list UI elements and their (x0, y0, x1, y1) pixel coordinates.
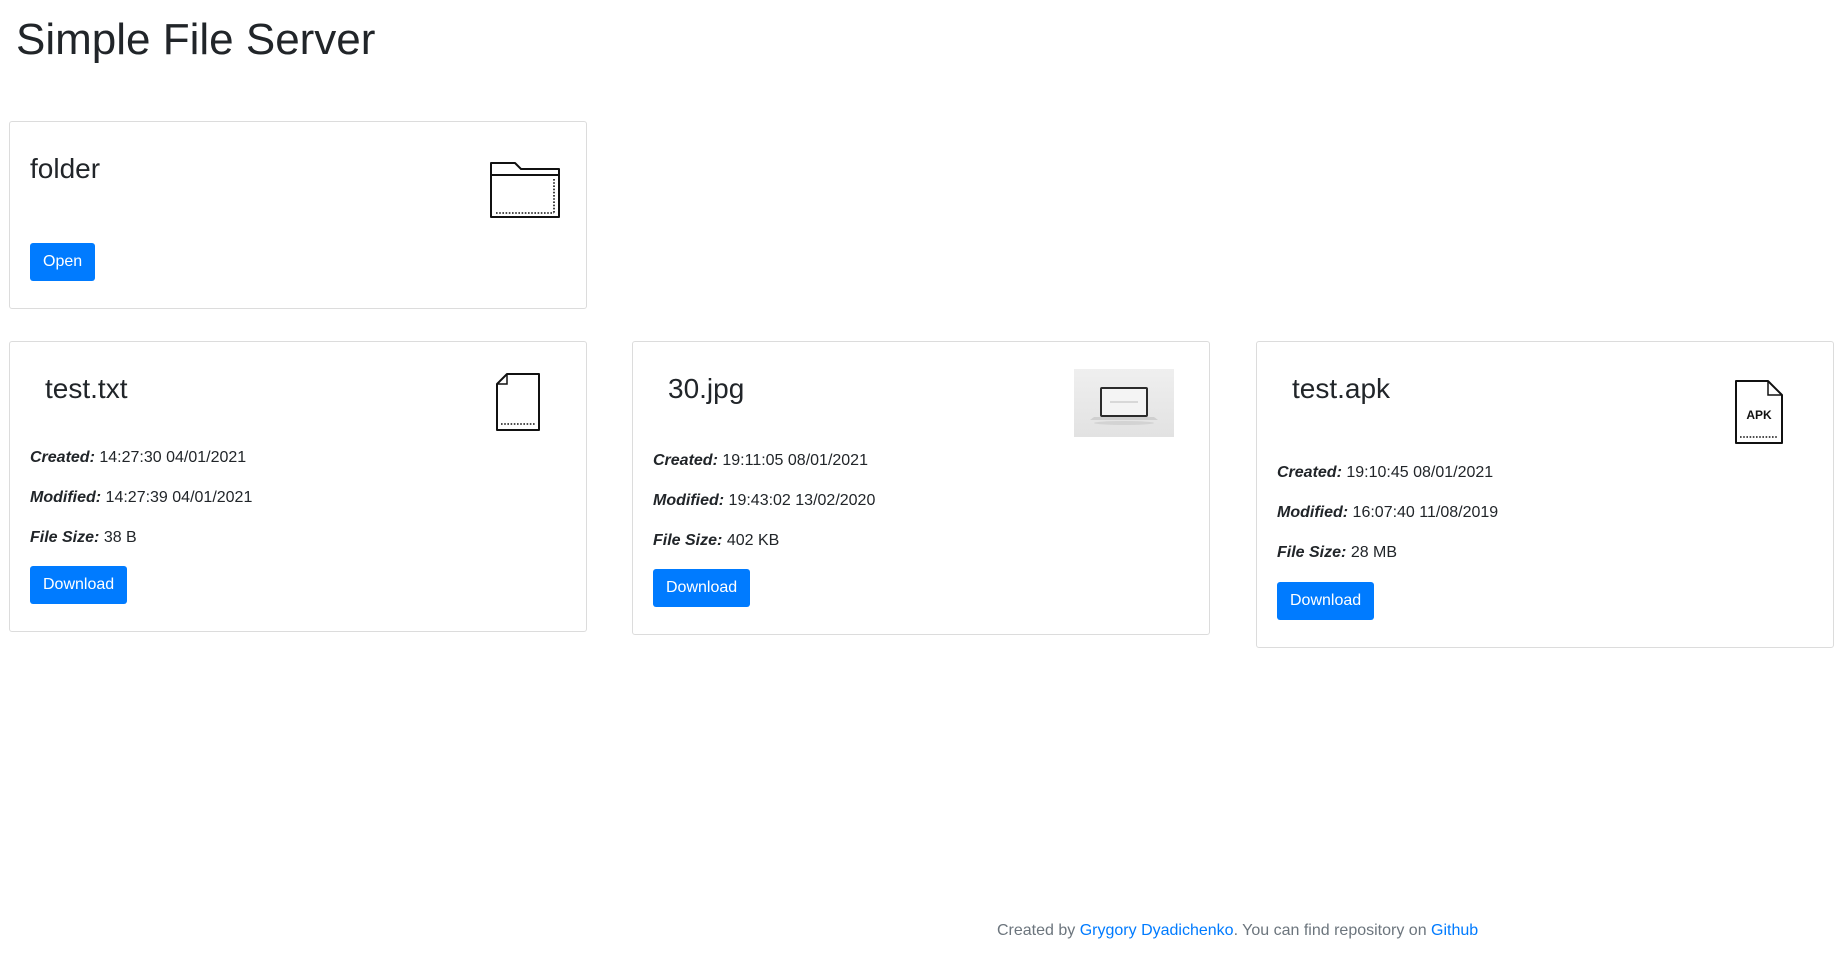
download-button[interactable]: Download (30, 566, 128, 604)
size-info: File Size: 28 MB (1277, 543, 1397, 563)
created-info: Created: 14:27:30 04/01/2021 (30, 448, 246, 468)
open-button[interactable]: Open (30, 243, 96, 281)
modified-info: Modified: 16:07:40 11/08/2019 (1277, 503, 1498, 523)
size-info: File Size: 402 KB (653, 531, 779, 551)
modified-info: Modified: 19:43:02 13/02/2020 (653, 491, 875, 511)
folder-name: folder (30, 153, 101, 184)
text-file-icon (493, 372, 543, 437)
footer-middle: . You can find repository on (1233, 922, 1432, 939)
created-label: Created: (653, 452, 718, 469)
size-label: File Size: (30, 529, 100, 546)
file-name: test.txt (45, 373, 128, 404)
modified-value: 14:27:39 04/01/2021 (105, 489, 253, 506)
modified-label: Modified: (1277, 504, 1349, 521)
modified-label: Modified: (653, 492, 725, 509)
created-value: 14:27:30 04/01/2021 (99, 449, 247, 466)
footer-prefix: Created by (997, 922, 1080, 939)
size-value: 38 B (103, 529, 137, 546)
created-info: Created: 19:11:05 08/01/2021 (653, 451, 868, 471)
created-label: Created: (30, 449, 95, 466)
size-value: 402 KB (726, 532, 780, 549)
download-button[interactable]: Download (653, 569, 751, 607)
author-link[interactable]: Grygory Dyadichenko (1080, 922, 1234, 939)
created-label: Created: (1277, 464, 1342, 481)
size-value: 28 MB (1350, 544, 1398, 561)
file-name: 30.jpg (668, 373, 745, 404)
footer: Created by Grygory Dyadichenko. You can … (997, 922, 1478, 940)
apk-icon-label: APK (1746, 408, 1772, 422)
folder-card: folder Open (9, 121, 587, 309)
created-value: 19:10:45 08/01/2021 (1346, 464, 1494, 481)
page-title: Simple File Server (16, 15, 376, 64)
size-label: File Size: (1277, 544, 1347, 561)
folder-icon (489, 159, 561, 224)
modified-value: 19:43:02 13/02/2020 (728, 492, 876, 509)
file-name: test.apk (1292, 373, 1391, 404)
size-label: File Size: (653, 532, 723, 549)
image-thumbnail (1074, 369, 1174, 437)
modified-info: Modified: 14:27:39 04/01/2021 (30, 488, 252, 508)
download-button[interactable]: Download (1277, 582, 1375, 620)
file-card-test-txt: test.txt Created: 14:27:30 04/01/2021 Mo… (9, 341, 587, 632)
modified-label: Modified: (30, 489, 102, 506)
created-info: Created: 19:10:45 08/01/2021 (1277, 463, 1493, 483)
size-info: File Size: 38 B (30, 528, 137, 548)
apk-file-icon: APK (1732, 379, 1786, 450)
modified-value: 16:07:40 11/08/2019 (1352, 504, 1499, 521)
created-value: 19:11:05 08/01/2021 (722, 452, 868, 469)
github-link[interactable]: Github (1431, 922, 1478, 939)
file-card-30-jpg: 30.jpg Created: 19:11:05 08/01/2021 Modi… (632, 341, 1210, 635)
file-card-test-apk: test.apk APK Created: 19:10:45 08/01/202… (1256, 341, 1834, 648)
